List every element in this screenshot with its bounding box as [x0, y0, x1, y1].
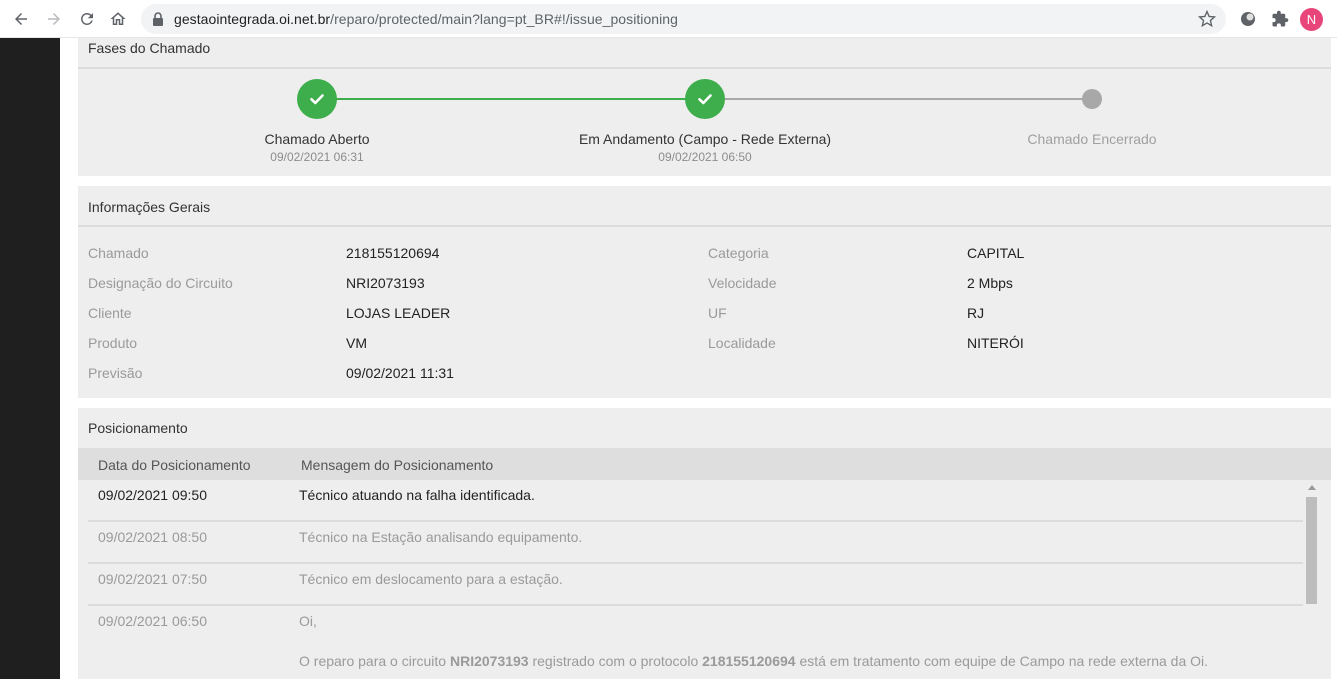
panel-separator	[78, 176, 1331, 186]
info-label-uf: UF	[708, 305, 727, 321]
step-1-check-icon	[297, 79, 337, 119]
progress-line-pending	[705, 98, 1091, 100]
progress-line-done	[317, 98, 705, 100]
divider	[78, 225, 1331, 227]
divider	[78, 67, 1331, 69]
row-message-body: O reparo para o circuito NRI2073193 regi…	[299, 653, 1208, 669]
panel-separator	[78, 398, 1331, 408]
forward-arrow-icon[interactable]	[41, 6, 67, 32]
info-value-uf: RJ	[967, 305, 985, 321]
message-text: registrado com o protocolo	[528, 653, 703, 669]
message-protocol: 218155120694	[702, 653, 796, 669]
column-header-message[interactable]: Mensagem do Posicionamento	[301, 457, 493, 473]
step-3-pending-dot	[1082, 89, 1102, 109]
info-value-localidade: NITERÓI	[967, 335, 1024, 351]
row-message: Técnico atuando na falha identificada.	[299, 487, 535, 503]
positioning-panel: Posicionamento Data do Posicionamento Me…	[78, 408, 1331, 679]
info-value-cliente: LOJAS LEADER	[346, 305, 451, 321]
row-date: 09/02/2021 08:50	[98, 529, 207, 545]
sidebar	[0, 38, 60, 679]
phases-title: Fases do Chamado	[88, 40, 211, 56]
info-value-previsao: 09/02/2021 11:31	[346, 365, 454, 381]
positioning-title: Posicionamento	[88, 420, 188, 436]
info-value-categoria: CAPITAL	[967, 245, 1025, 261]
general-info-title: Informações Gerais	[88, 199, 211, 215]
message-circuit: NRI2073193	[449, 653, 529, 669]
row-message: Técnico em deslocamento para a estação.	[299, 571, 563, 587]
step-3-label: Chamado Encerrado	[1027, 131, 1157, 147]
message-text: está em tratamento com equipe de Campo n…	[795, 653, 1209, 669]
content-gutter-right	[1331, 38, 1337, 679]
star-icon[interactable]	[1198, 10, 1216, 28]
url-host: gestaointegrada.oi.net.br	[174, 11, 331, 27]
home-icon[interactable]	[105, 6, 131, 32]
info-label-categoria: Categoria	[708, 245, 769, 261]
row-message: Técnico na Estação analisando equipament…	[299, 529, 583, 545]
reload-icon[interactable]	[74, 6, 100, 32]
url-text: gestaointegrada.oi.net.br/reparo/protect…	[174, 11, 678, 27]
step-1-date: 09/02/2021 06:31	[270, 150, 364, 164]
info-value-chamado: 218155120694	[346, 245, 440, 261]
column-header-date[interactable]: Data do Posicionamento	[98, 457, 251, 473]
back-arrow-icon[interactable]	[8, 6, 34, 32]
step-2-date: 09/02/2021 06:50	[658, 150, 752, 164]
browser-toolbar: gestaointegrada.oi.net.br/reparo/protect…	[0, 0, 1337, 38]
info-value-velocidade: 2 Mbps	[967, 275, 1013, 291]
row-date: 09/02/2021 06:50	[98, 613, 207, 629]
info-label-circuito: Designação do Circuito	[88, 275, 233, 291]
url-path: /reparo/protected/main?lang=pt_BR#!/issu…	[330, 11, 678, 27]
lock-icon	[153, 12, 163, 26]
table-header: Data do Posicionamento Mensagem do Posic…	[78, 448, 1331, 480]
avatar[interactable]: N	[1300, 8, 1323, 31]
info-label-localidade: Localidade	[708, 335, 776, 351]
step-1-label: Chamado Aberto	[264, 131, 370, 147]
phases-panel: Fases do Chamado Chamado Aberto 09/02/20…	[78, 38, 1331, 176]
info-label-cliente: Cliente	[88, 305, 132, 321]
extension-circle-icon[interactable]	[1239, 10, 1257, 28]
row-divider	[88, 604, 1303, 606]
general-info-panel: Informações Gerais Chamado 218155120694 …	[78, 186, 1331, 398]
info-label-chamado: Chamado	[88, 245, 149, 261]
address-bar[interactable]: gestaointegrada.oi.net.br/reparo/protect…	[141, 4, 1226, 34]
step-2-label: Em Andamento (Campo - Rede Externa)	[578, 131, 832, 147]
info-label-produto: Produto	[88, 335, 138, 351]
message-text: O reparo para o circuito	[299, 653, 450, 669]
row-date: 09/02/2021 09:50	[98, 487, 207, 503]
row-divider	[88, 562, 1303, 564]
info-value-produto: VM	[346, 335, 367, 351]
info-label-velocidade: Velocidade	[708, 275, 777, 291]
row-message: Oi,	[299, 613, 317, 629]
row-date: 09/02/2021 07:50	[98, 571, 207, 587]
puzzle-icon[interactable]	[1271, 10, 1289, 28]
info-label-previsao: Previsão	[88, 365, 143, 381]
info-value-circuito: NRI2073193	[346, 275, 425, 291]
scroll-up-arrow-icon[interactable]	[1308, 485, 1316, 490]
step-2-check-icon	[685, 79, 725, 119]
row-divider	[88, 520, 1303, 522]
scrollbar-thumb[interactable]	[1306, 497, 1317, 604]
content-gutter	[60, 38, 78, 679]
